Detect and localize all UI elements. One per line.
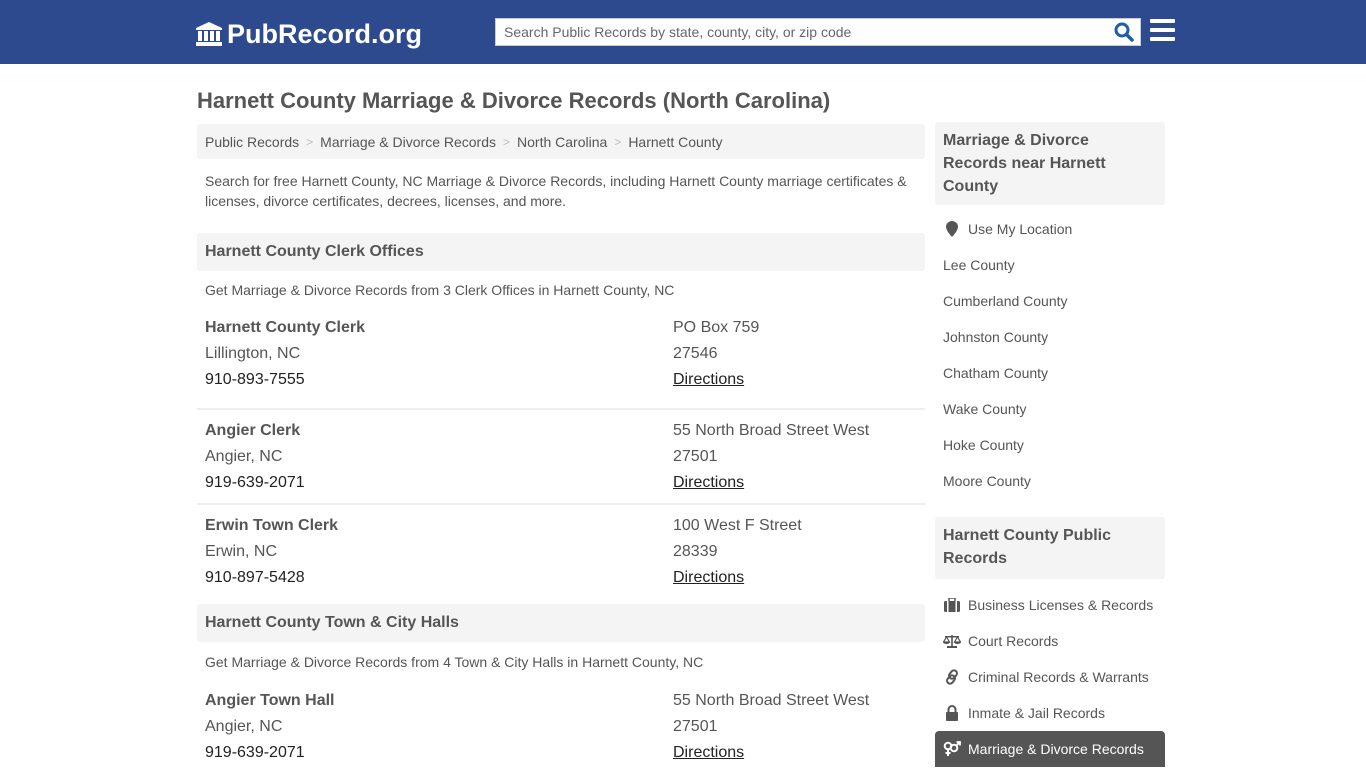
county-link[interactable]: Moore County [935, 463, 1165, 499]
nearby-records-heading: Marriage & Divorce Records near Harnett … [935, 122, 1165, 205]
town-halls-section: Harnett County Town & City Halls Get Mar… [197, 604, 925, 783]
office-zip: 27501 [673, 718, 718, 735]
directions-link[interactable]: Directions [673, 371, 744, 388]
office-city: Erwin, NC [205, 543, 278, 560]
office-name: Angier Clerk [205, 422, 301, 439]
search-box [495, 18, 1141, 46]
courthouse-icon [196, 22, 222, 46]
section-heading: Harnett County Town & City Halls [197, 604, 925, 642]
office-phone[interactable]: 919-639-2071 [205, 740, 334, 766]
logo-text: PubRecord.org [227, 18, 423, 49]
main-content: Public Records > Marriage & Divorce Reco… [197, 124, 925, 600]
sidebar: Marriage & Divorce Records near Harnett … [935, 122, 1165, 767]
breadcrumb-marriage-divorce[interactable]: Marriage & Divorce Records [320, 134, 496, 150]
office-city: Angier, NC [205, 448, 283, 465]
office-entry: Harnett County Clerk Lillington, NC 910-… [197, 315, 925, 410]
menu-bar-icon [1150, 37, 1175, 41]
sidebar-item-label: Criminal Records & Warrants [968, 669, 1149, 685]
section-heading: Harnett County Clerk Offices [197, 233, 925, 271]
office-city: Angier, NC [205, 718, 283, 735]
hamburger-menu-button[interactable] [1150, 19, 1176, 43]
section-subtitle: Get Marriage & Divorce Records from 3 Cl… [205, 282, 675, 298]
scales-icon [943, 633, 961, 649]
search-icon [1114, 22, 1134, 42]
office-address: 55 North Broad Street West [673, 422, 870, 439]
section-subtitle: Get Marriage & Divorce Records from 4 To… [205, 654, 704, 670]
county-link[interactable]: Hoke County [935, 427, 1165, 463]
county-link[interactable]: Johnston County [935, 319, 1165, 355]
search-button[interactable] [1112, 21, 1136, 43]
breadcrumb-north-carolina[interactable]: North Carolina [517, 134, 607, 150]
office-phone[interactable]: 919-639-2071 [205, 470, 305, 496]
breadcrumb-harnett-county[interactable]: Harnett County [628, 134, 722, 150]
directions-link[interactable]: Directions [673, 744, 744, 761]
office-city: Lillington, NC [205, 345, 301, 362]
public-records-panel: Harnett County Public Records Business L… [935, 517, 1165, 767]
use-my-location-button[interactable]: Use My Location [935, 211, 1165, 247]
county-link[interactable]: Lee County [935, 247, 1165, 283]
public-records-list: Business Licenses & Records Court Record… [935, 579, 1165, 767]
office-zip: 27546 [673, 345, 718, 362]
county-link[interactable]: Wake County [935, 391, 1165, 427]
public-records-heading: Harnett County Public Records [935, 517, 1165, 579]
sidebar-item-criminal-records[interactable]: Criminal Records & Warrants [935, 659, 1165, 695]
search-input[interactable] [496, 19, 1106, 45]
breadcrumb: Public Records > Marriage & Divorce Reco… [197, 124, 925, 159]
briefcase-icon [943, 597, 961, 613]
page-title: Harnett County Marriage & Divorce Record… [197, 88, 831, 113]
sidebar-item-label: Court Records [968, 633, 1059, 649]
sidebar-item-label: Business Licenses & Records [968, 597, 1154, 613]
link-icon [943, 669, 961, 685]
breadcrumb-separator: > [614, 134, 622, 149]
office-entry: Erwin Town Clerk Erwin, NC 910-897-5428 … [197, 505, 925, 600]
clerk-offices-section: Harnett County Clerk Offices Get Marriag… [197, 233, 925, 600]
top-navbar: PubRecord.org [0, 0, 1366, 64]
menu-bar-icon [1150, 19, 1175, 23]
intro-text: Search for free Harnett County, NC Marri… [205, 173, 907, 209]
sidebar-item-business-licenses[interactable]: Business Licenses & Records [935, 587, 1165, 623]
nearby-county-list: Use My Location Lee County Cumberland Co… [935, 205, 1165, 499]
map-marker-icon [943, 221, 961, 237]
sidebar-item-label: Marriage & Divorce Records [968, 741, 1144, 757]
county-link[interactable]: Cumberland County [935, 283, 1165, 319]
use-my-location-label: Use My Location [968, 221, 1073, 237]
office-address: 55 North Broad Street West [673, 692, 870, 709]
office-name: Harnett County Clerk [205, 319, 366, 336]
site-logo[interactable]: PubRecord.org [195, 18, 422, 50]
breadcrumb-separator: > [306, 134, 314, 149]
menu-bar-icon [1150, 28, 1175, 32]
office-zip: 27501 [673, 448, 718, 465]
office-entry: Angier Town Hall Angier, NC 919-639-2071… [197, 688, 925, 783]
sidebar-item-marriage-divorce[interactable]: Marriage & Divorce Records [935, 731, 1165, 767]
office-phone[interactable]: 910-893-7555 [205, 367, 365, 393]
office-name: Angier Town Hall [205, 692, 335, 709]
office-zip: 28339 [673, 543, 718, 560]
genders-icon [943, 741, 961, 757]
office-address: 100 West F Street [673, 517, 802, 534]
sidebar-item-inmate-records[interactable]: Inmate & Jail Records [935, 695, 1165, 731]
sidebar-item-label: Inmate & Jail Records [968, 705, 1105, 721]
office-name: Erwin Town Clerk [205, 517, 339, 534]
office-address: PO Box 759 [673, 319, 760, 336]
office-entry: Angier Clerk Angier, NC 919-639-2071 55 … [197, 410, 925, 505]
directions-link[interactable]: Directions [673, 474, 744, 491]
county-link[interactable]: Chatham County [935, 355, 1165, 391]
directions-link[interactable]: Directions [673, 569, 744, 586]
office-phone[interactable]: 910-897-5428 [205, 565, 338, 591]
nearby-records-panel: Marriage & Divorce Records near Harnett … [935, 122, 1165, 499]
sidebar-item-court-records[interactable]: Court Records [935, 623, 1165, 659]
breadcrumb-separator: > [503, 134, 511, 149]
breadcrumb-public-records[interactable]: Public Records [205, 134, 299, 150]
lock-icon [943, 705, 961, 721]
